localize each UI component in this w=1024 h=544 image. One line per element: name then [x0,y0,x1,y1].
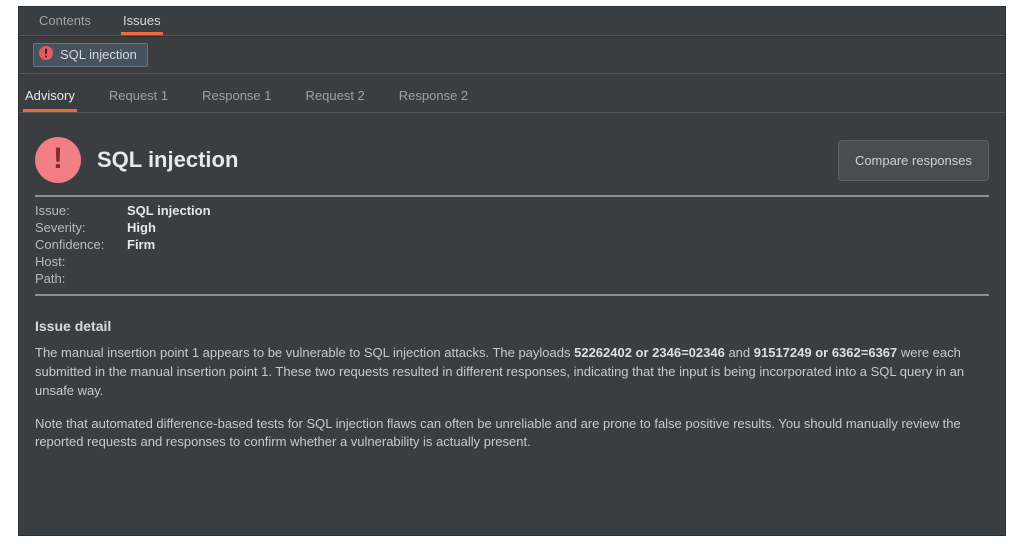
issue-detail-paragraph: The manual insertion point 1 appears to … [35,344,989,401]
meta-key-path: Path: [35,271,127,286]
meta-key-issue: Issue: [35,203,127,218]
meta-val-severity: High [127,220,989,235]
issue-viewer-panel: Contents Issues SQL injection Advisory R… [18,6,1006,536]
issue-chip[interactable]: SQL injection [33,43,148,67]
tab-issues[interactable]: Issues [121,11,163,35]
meta-val-issue: SQL injection [127,203,989,218]
title-left: ! SQL injection [35,137,238,183]
detail-tabs: Advisory Request 1 Response 1 Request 2 … [19,74,1005,113]
severity-icon: ! [35,137,81,183]
issue-metadata: Issue: SQL injection Severity: High Conf… [35,197,989,294]
tab-advisory[interactable]: Advisory [23,88,77,112]
issue-detail-body: The manual insertion point 1 appears to … [35,344,989,466]
meta-key-confidence: Confidence: [35,237,127,252]
meta-key-severity: Severity: [35,220,127,235]
compare-responses-button[interactable]: Compare responses [838,140,989,181]
tab-contents[interactable]: Contents [37,11,93,35]
issue-chip-label: SQL injection [60,47,137,62]
payload-1: 52262402 or 2346=02346 [574,345,725,360]
title-row: ! SQL injection Compare responses [35,137,989,195]
tab-response-2[interactable]: Response 2 [397,88,470,112]
tab-response-1[interactable]: Response 1 [200,88,273,112]
meta-val-path [127,271,989,286]
meta-key-host: Host: [35,254,127,269]
alert-icon [38,45,54,64]
primary-tabs: Contents Issues [19,7,1005,36]
payload-2: 91517249 or 6362=6367 [754,345,898,360]
tab-request-2[interactable]: Request 2 [304,88,367,112]
meta-val-host [127,254,989,269]
issue-detail-paragraph: Note that automated difference-based tes… [35,415,989,453]
issue-chip-bar: SQL injection [19,36,1005,74]
issue-detail-heading: Issue detail [35,318,989,334]
issue-title: SQL injection [97,147,238,173]
advisory-body: ! SQL injection Compare responses Issue:… [19,113,1005,535]
separator [35,294,989,296]
tab-request-1[interactable]: Request 1 [107,88,170,112]
meta-val-confidence: Firm [127,237,989,252]
